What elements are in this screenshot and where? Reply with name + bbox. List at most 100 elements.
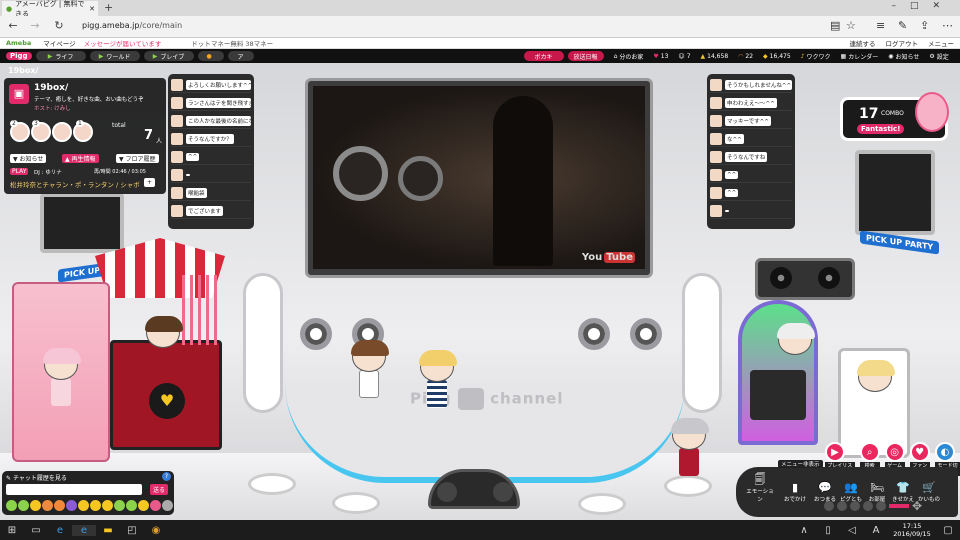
otsumaru-button[interactable]: 💬 おつまる	[814, 473, 836, 503]
bokaki-button[interactable]: ボカキ	[523, 51, 564, 61]
clock[interactable]: 17:15 2016/09/15	[888, 522, 936, 538]
avatar-jukebox-dj[interactable]	[777, 323, 815, 385]
message-notice-link[interactable]: メッセージが届いています	[84, 38, 162, 48]
broadcast-button[interactable]: 放送日報	[567, 51, 604, 61]
chat-avatar[interactable]	[171, 204, 183, 217]
emoticon-4[interactable]	[42, 500, 53, 511]
edge-icon[interactable]: e	[72, 524, 96, 536]
hide-menu-button[interactable]: メニュー非表示	[778, 460, 823, 468]
emoticon-3[interactable]	[30, 500, 41, 511]
emoticon-1[interactable]	[6, 500, 17, 511]
mini-tool-3-icon[interactable]	[850, 501, 860, 511]
wakuwaku-link[interactable]: ♪ ワクワク	[801, 52, 831, 61]
logout-link[interactable]: ログアウト	[886, 38, 919, 48]
tab-life[interactable]: ▶ ライフ	[35, 51, 86, 61]
tray-chevron-icon[interactable]: ∧	[792, 525, 816, 536]
mini-tool-5-icon[interactable]	[876, 501, 886, 511]
emoticon-13[interactable]	[150, 500, 161, 511]
avatar-dj-left[interactable]	[145, 316, 183, 378]
chat-avatar[interactable]	[710, 150, 722, 163]
ameba-logo[interactable]: Ameba	[6, 39, 31, 47]
new-tab-button[interactable]: +	[104, 1, 113, 14]
task-view-icon[interactable]: ▭	[24, 525, 48, 536]
back-icon[interactable]: ←	[6, 19, 20, 32]
chat-avatar[interactable]	[171, 168, 183, 181]
notice-link[interactable]: ◉ お知らせ	[888, 52, 919, 61]
chat-avatar[interactable]	[710, 168, 722, 181]
song-add-button[interactable]: +	[144, 178, 156, 187]
emoticon-8[interactable]	[90, 500, 101, 511]
explorer-icon[interactable]: ▬	[96, 525, 120, 536]
friends-button[interactable]: 👥 ピグとも	[840, 473, 862, 503]
chat-avatar[interactable]	[171, 132, 183, 145]
avatar-pink[interactable]	[43, 348, 81, 410]
mini-tool-2-icon[interactable]	[837, 501, 847, 511]
tab-a[interactable]: ア	[227, 51, 254, 61]
header-link-1[interactable]: 連続する	[850, 38, 876, 48]
volume-icon[interactable]: ◁	[840, 525, 864, 536]
emoticon-9[interactable]	[102, 500, 113, 511]
forward-icon[interactable]: →	[28, 19, 42, 32]
chat-avatar[interactable]	[171, 78, 183, 91]
youtube-video[interactable]: You Tube	[313, 86, 645, 269]
emoticon-10[interactable]	[114, 500, 125, 511]
tab-close-icon[interactable]: ✕	[89, 5, 95, 13]
emoticon-5[interactable]	[54, 500, 65, 511]
dpad-icon[interactable]: ✥	[912, 499, 926, 513]
chat-avatar[interactable]	[710, 78, 722, 91]
room-button[interactable]: 🛏 お部屋	[866, 473, 888, 503]
network-icon[interactable]: ▯	[816, 525, 840, 536]
tab-world[interactable]: ▶ ワールド	[89, 51, 140, 61]
chat-avatar[interactable]	[171, 114, 183, 127]
chat-history-link[interactable]: ✎ チャット履歴を見る	[6, 473, 67, 482]
send-button[interactable]: 送る	[150, 484, 169, 495]
hub-icon[interactable]: ≡	[876, 19, 885, 32]
emoticon-14[interactable]	[162, 500, 173, 511]
chat-avatar[interactable]	[710, 204, 722, 217]
url-field[interactable]: pigg.ameba.jp/core/main	[82, 21, 182, 30]
start-icon[interactable]: ⊞	[0, 525, 24, 536]
floor-history-button[interactable]: ▼ フロア履歴	[116, 154, 159, 163]
window-controls[interactable]: –□✕	[891, 1, 954, 11]
pigg-logo[interactable]: Pigg	[6, 52, 32, 60]
chat-avatar[interactable]	[710, 132, 722, 145]
help-icon[interactable]: ?	[162, 472, 171, 481]
refresh-icon[interactable]: ↻	[52, 19, 66, 32]
chat-avatar[interactable]	[171, 96, 183, 109]
chat-avatar[interactable]	[710, 186, 722, 199]
emoticon-11[interactable]	[126, 500, 137, 511]
more-icon[interactable]: ⋯	[942, 19, 953, 32]
menu-link[interactable]: メニュー	[928, 38, 954, 48]
mypage-link[interactable]: マイページ	[43, 38, 75, 48]
tab-extra[interactable]: ●	[197, 51, 224, 61]
playing-info-button[interactable]: ▲ 再生情報	[62, 154, 99, 163]
avatar-bunny[interactable]	[857, 360, 895, 422]
chat-input[interactable]	[6, 484, 142, 495]
browser-tab[interactable]: ● アメーバピグ | 無料できる ✕	[2, 0, 98, 18]
top-user-3[interactable]	[52, 122, 72, 142]
share-icon[interactable]: ⇪	[920, 19, 929, 32]
dressup-button[interactable]: 👕 きせかえ	[892, 473, 914, 503]
favorite-star-icon[interactable]: ☆	[846, 19, 856, 32]
notice-button[interactable]: ▼ お知らせ	[10, 154, 47, 163]
chat-avatar[interactable]	[171, 186, 183, 199]
emoticon-12[interactable]	[138, 500, 149, 511]
note-icon[interactable]: ✎	[898, 19, 907, 32]
store-icon[interactable]: ◰	[120, 525, 144, 536]
emoticon-2[interactable]	[18, 500, 29, 511]
tab-brave[interactable]: ▶ ブレイブ	[143, 51, 194, 61]
reading-view-icon[interactable]: ▤	[830, 19, 840, 32]
outing-button[interactable]: ▮ おでかけ	[780, 473, 810, 503]
volume-slider[interactable]	[889, 504, 909, 508]
emoticon-7[interactable]	[78, 500, 89, 511]
chat-avatar[interactable]	[710, 96, 722, 109]
chat-avatar[interactable]	[710, 114, 722, 127]
emoticon-6[interactable]	[66, 500, 77, 511]
avatar-blond[interactable]	[419, 350, 457, 412]
settings-link[interactable]: ⚙ 設定	[929, 52, 948, 61]
avatar-brown-hair[interactable]	[351, 340, 389, 402]
ad-link[interactable]: ドットマネー無料 38マネー	[191, 38, 273, 48]
chrome-icon[interactable]: ◉	[144, 525, 168, 536]
emotion-button[interactable]: 🗐 エモーション	[744, 473, 776, 503]
mini-tool-1-icon[interactable]	[824, 501, 834, 511]
